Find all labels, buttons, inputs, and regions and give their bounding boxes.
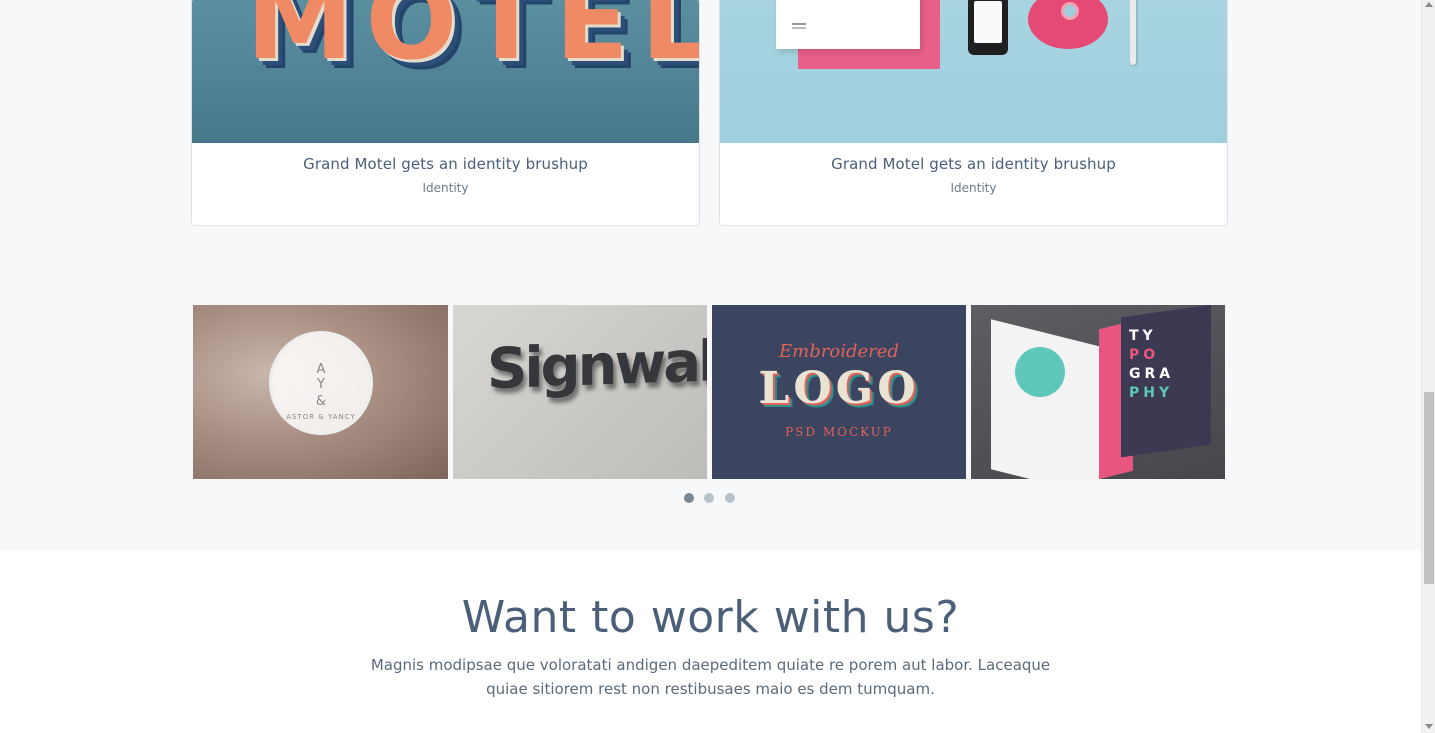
gallery-image-embroidered[interactable]: Embroidered LOGO PSD MOCKUP — [712, 305, 966, 479]
card-category: Identity — [950, 181, 997, 195]
cta-text: Magnis modipsae que voloratati andigen d… — [370, 656, 1051, 698]
scroll-down-icon[interactable] — [1425, 724, 1433, 729]
typo-line: PHY — [1129, 385, 1174, 401]
card-caption: Grand Motel gets an identity brushup Ide… — [192, 155, 699, 195]
cd-disc — [1028, 0, 1108, 49]
embroidered-script: Embroidered — [779, 341, 899, 362]
cta-heading: Want to work with us? — [461, 592, 960, 643]
carousel-dot-1[interactable] — [684, 493, 694, 503]
badge-initials: A Y — [316, 362, 348, 392]
page-scrollbar[interactable] — [1421, 0, 1435, 733]
cta-section: Want to work with us? Magnis modipsae qu… — [0, 550, 1421, 733]
portfolio-card[interactable]: MOTEL Grand Motel gets an identity brush… — [191, 0, 700, 226]
letterhead — [776, 0, 920, 49]
carousel-dot-3[interactable] — [725, 493, 735, 503]
phone-mockup — [968, 0, 1008, 55]
gallery-image-signwall[interactable]: Signwall — [453, 305, 707, 479]
carousel-dot-2[interactable] — [704, 493, 714, 503]
signwall-text: Signwall — [487, 328, 707, 403]
scroll-up-icon[interactable] — [1425, 2, 1433, 7]
card-image[interactable]: MOTEL — [192, 0, 699, 143]
typo-line: TY — [1129, 328, 1157, 344]
card-image[interactable] — [720, 0, 1227, 143]
badge-logo: A Y & ASTOR & YANCY — [269, 331, 373, 435]
card-title[interactable]: Grand Motel gets an identity brushup — [192, 155, 699, 173]
card-caption: Grand Motel gets an identity brushup Ide… — [720, 155, 1227, 195]
card-title[interactable]: Grand Motel gets an identity brushup — [720, 155, 1227, 173]
gallery-image-badge[interactable]: A Y & ASTOR & YANCY — [193, 305, 448, 479]
brochure-circle — [1015, 347, 1065, 397]
portfolio-card[interactable]: Grand Motel gets an identity brushup Ide… — [719, 0, 1228, 226]
embroidered-sub: PSD MOCKUP — [785, 425, 893, 439]
badge-ampersand: & — [315, 394, 327, 409]
card-category: Identity — [422, 181, 469, 195]
embroidered-logo: LOGO — [758, 363, 920, 414]
typography-text: TY PO GRA PHY — [1129, 327, 1174, 403]
typo-line: PO — [1129, 347, 1160, 363]
scrollbar-thumb[interactable] — [1424, 392, 1434, 584]
motel-sign-text: MOTEL — [246, 0, 699, 84]
brochure-leaf — [991, 319, 1101, 479]
typo-line: GRA — [1129, 366, 1175, 382]
gallery-carousel: A Y & ASTOR & YANCY Signwall Embroidered… — [193, 305, 1225, 479]
pen — [1130, 0, 1136, 65]
gallery-image-brochure[interactable]: TY PO GRA PHY — [971, 305, 1225, 479]
badge-name: ASTOR & YANCY — [286, 413, 356, 421]
